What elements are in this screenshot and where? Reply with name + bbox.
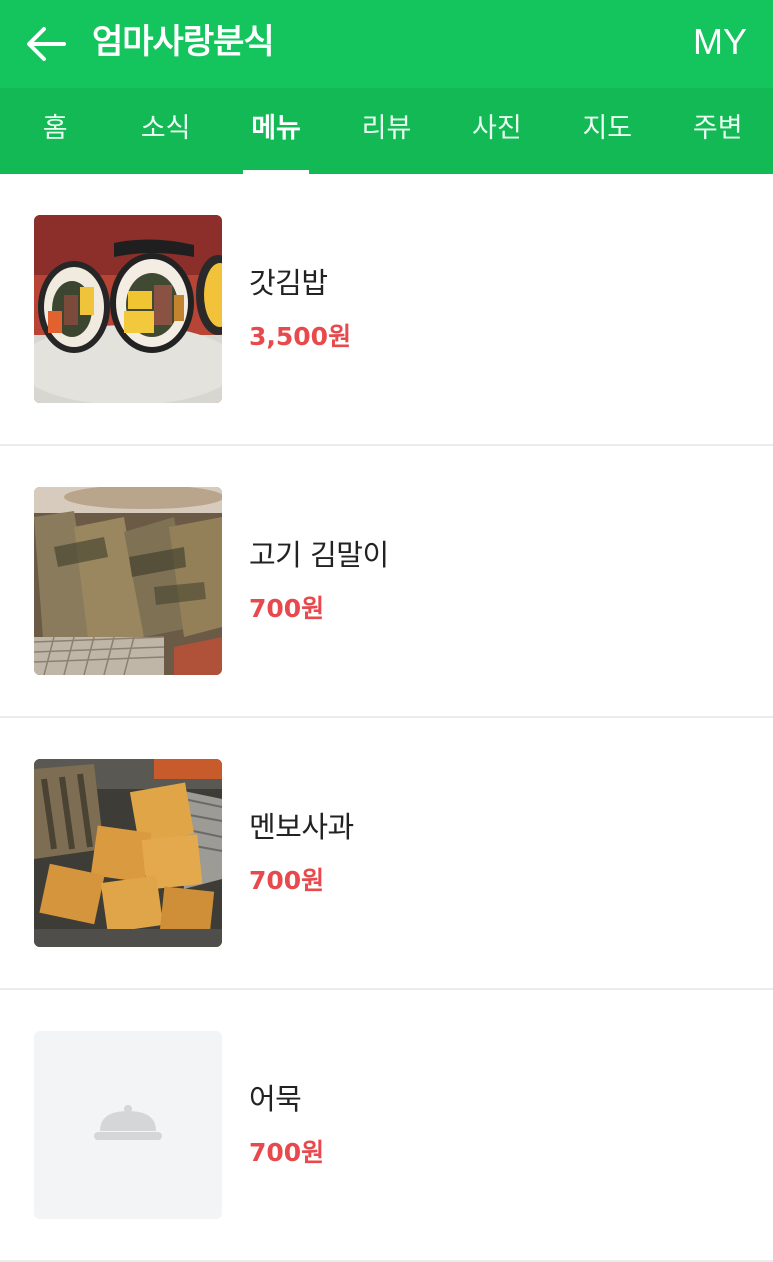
- tab-review[interactable]: 리뷰: [331, 88, 441, 174]
- fried-seaweed-roll-photo: [34, 487, 222, 675]
- tab-news[interactable]: 소식: [111, 88, 221, 174]
- menu-item-name: 갓김밥: [249, 266, 328, 300]
- tab-nearby[interactable]: 주변: [663, 88, 773, 174]
- menu-item-name: 고기 김말이: [249, 538, 389, 572]
- tab-map[interactable]: 지도: [552, 88, 662, 174]
- page-title: 엄마사랑분식: [92, 22, 275, 62]
- menu-item[interactable]: 고기 김말이 700원: [0, 446, 773, 718]
- menu-list: 갓김밥 3,500원 고기 김말이 700원 멘보사과 700원 어묵 700원: [0, 174, 773, 1262]
- tab-home[interactable]: 홈: [0, 88, 110, 174]
- back-button[interactable]: [22, 20, 70, 68]
- menu-item[interactable]: 갓김밥 3,500원: [0, 174, 773, 446]
- menu-item-price: 700원: [249, 594, 325, 623]
- arrow-left-icon: [27, 27, 66, 61]
- image-placeholder: [34, 1031, 222, 1219]
- my-button[interactable]: MY: [693, 18, 747, 66]
- fried-menbosha-photo: [34, 759, 222, 947]
- menu-item-price: 3,500원: [249, 322, 352, 351]
- menu-item[interactable]: 멘보사과 700원: [0, 718, 773, 990]
- tab-menu[interactable]: 메뉴: [221, 88, 331, 174]
- menu-item-name: 어묵: [249, 1082, 302, 1116]
- tab-photo[interactable]: 사진: [442, 88, 552, 174]
- app-header: 엄마사랑분식 MY: [0, 0, 773, 88]
- food-cloche-placeholder-icon: [34, 1031, 222, 1219]
- tab-bar: 홈 소식 메뉴 리뷰 사진 지도 주변: [0, 88, 773, 174]
- kimbap-photo: [34, 215, 222, 403]
- menu-item-price: 700원: [249, 1138, 325, 1167]
- menu-item-price: 700원: [249, 866, 325, 895]
- menu-item[interactable]: 어묵 700원: [0, 990, 773, 1262]
- menu-item-name: 멘보사과: [249, 810, 354, 844]
